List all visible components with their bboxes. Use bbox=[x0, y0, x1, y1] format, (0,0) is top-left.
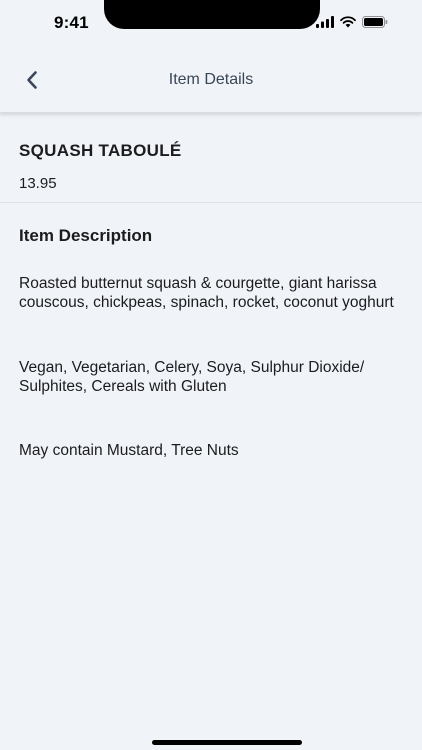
device-notch bbox=[104, 0, 320, 29]
battery-icon bbox=[362, 16, 388, 28]
status-bar: 9:41 bbox=[0, 0, 422, 46]
item-may-contain: May contain Mustard, Tree Nuts bbox=[19, 442, 239, 459]
item-dietary-info: Vegan, Vegetarian, Celery, Soya, Sulphur… bbox=[19, 359, 365, 395]
cellular-signal-icon bbox=[316, 16, 334, 28]
wifi-icon bbox=[340, 16, 356, 28]
home-indicator[interactable] bbox=[152, 740, 302, 745]
item-name: SQUASH TABOULÉ bbox=[19, 141, 182, 160]
page-title: Item Details bbox=[168, 71, 254, 88]
status-icons bbox=[316, 16, 388, 28]
navigation-bar: Item Details bbox=[0, 46, 422, 113]
status-time: 9:41 bbox=[54, 13, 89, 32]
item-description-heading: Item Description bbox=[19, 226, 153, 245]
item-ingredients: Roasted butternut squash & courgette, gi… bbox=[19, 275, 394, 311]
item-price: 13.95 bbox=[19, 175, 57, 192]
item-header: SQUASH TABOULÉ 13.95 bbox=[0, 113, 422, 203]
